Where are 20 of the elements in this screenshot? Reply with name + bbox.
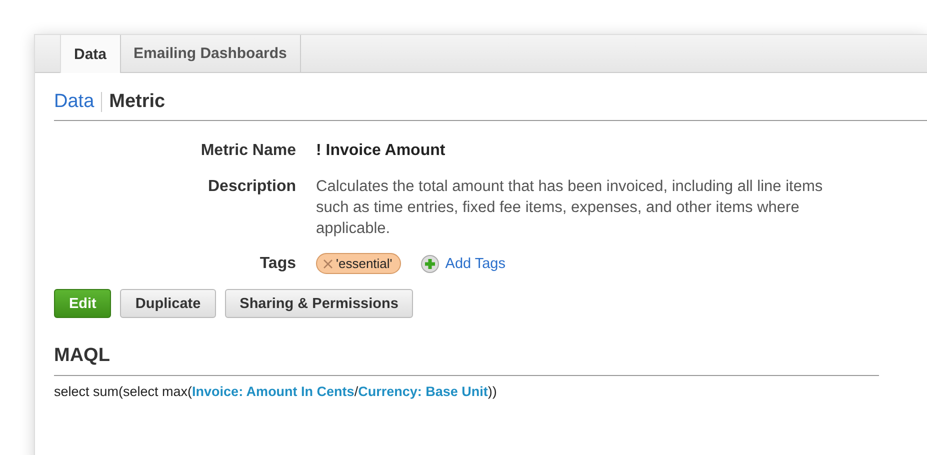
field-label: Metric Name <box>200 141 296 161</box>
tag[interactable]: 'essential' <box>316 253 402 274</box>
description-text: Calculates the total amount that has been invoiced, including all line items such as time entries, fixed fee items, expenses, and other items where applicable. <box>316 177 824 239</box>
action-button[interactable]: Duplicate <box>120 289 216 318</box>
edit-button[interactable]: Edit <box>54 289 112 318</box>
plus-icon <box>421 254 440 272</box>
close-icon[interactable] <box>323 258 333 268</box>
breadcrumb-link[interactable]: Data <box>54 91 94 113</box>
page-title: Metric <box>109 91 166 113</box>
field-label: Tags <box>258 254 296 274</box>
code-link[interactable]: Currency: Base Unit <box>358 384 488 399</box>
field-label: Description <box>206 177 296 197</box>
action-button[interactable]: Sharing & Permissions <box>224 289 414 318</box>
tab[interactable]: Emailing Dashboards <box>120 35 301 72</box>
code-link[interactable]: Invoice: Amount In Cents <box>192 384 354 399</box>
metric-name: ! Invoice Amount <box>316 141 446 161</box>
add-tags-link[interactable]: Add Tags <box>421 254 506 272</box>
section-heading: MAQL <box>54 345 879 376</box>
tab[interactable]: Data <box>60 35 121 73</box>
maql-code: select sum(select max(Invoice: Amount In Cents/Currency: Base Unit)) <box>54 384 498 399</box>
